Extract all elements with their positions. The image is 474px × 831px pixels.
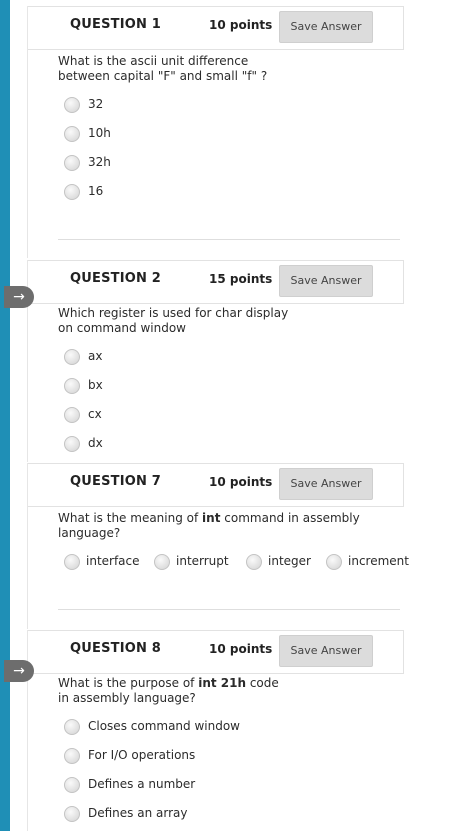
- radio-button[interactable]: [64, 184, 80, 200]
- option-label: cx: [88, 407, 102, 421]
- option-label: Defines a number: [88, 777, 196, 791]
- question-text-part: command in assembly: [220, 511, 360, 525]
- save-answer-button[interactable]: Save Answer: [279, 265, 373, 297]
- question-text-line: What is the ascii unit difference: [58, 54, 249, 68]
- question-header: QUESTION 8 10 points Save Answer: [28, 630, 404, 674]
- save-answer-button[interactable]: Save Answer: [279, 635, 373, 667]
- question-text: Which register is used for char display …: [58, 306, 288, 336]
- question-text-keyword: int 21h: [198, 676, 247, 690]
- option-label: 10h: [88, 126, 111, 140]
- question-block-7: QUESTION 7 10 points Save Answer What is…: [27, 463, 409, 629]
- option-label: ax: [88, 349, 103, 363]
- option-label: interface: [86, 554, 140, 568]
- question-text: What is the purpose of int 21h code in a…: [58, 676, 279, 706]
- radio-button[interactable]: [64, 407, 80, 423]
- question-title: QUESTION 7: [70, 474, 162, 489]
- radio-button[interactable]: [64, 97, 80, 113]
- quiz-page: QUESTION 1 10 points Save Answer What is…: [0, 0, 474, 831]
- question-text-line: language?: [58, 526, 121, 540]
- option-label: 32: [88, 97, 104, 111]
- radio-button[interactable]: [64, 806, 80, 822]
- left-accent-bar: [0, 0, 10, 831]
- radio-button[interactable]: [64, 349, 80, 365]
- question-text-line: Which register is used for char display: [58, 306, 289, 320]
- divider: [58, 609, 400, 610]
- divider: [58, 239, 400, 240]
- current-question-arrow-icon[interactable]: →: [4, 660, 34, 682]
- radio-button[interactable]: [64, 155, 80, 171]
- question-title: QUESTION 2: [70, 271, 162, 286]
- option-label: Defines an array: [88, 806, 188, 820]
- question-header: QUESTION 1 10 points Save Answer: [28, 6, 404, 50]
- question-block-8: QUESTION 8 10 points Save Answer What is…: [27, 630, 404, 831]
- question-text-line: on command window: [58, 321, 186, 335]
- question-block-1: QUESTION 1 10 points Save Answer What is…: [27, 6, 404, 258]
- question-text: What is the meaning of int command in as…: [58, 511, 360, 541]
- option-label: bx: [88, 378, 103, 392]
- radio-button[interactable]: [64, 126, 80, 142]
- radio-button[interactable]: [64, 748, 80, 764]
- question-text: What is the ascii unit difference betwee…: [58, 54, 267, 84]
- option-label: For I/O operations: [88, 748, 196, 762]
- option-label: integer: [268, 554, 311, 568]
- save-answer-button[interactable]: Save Answer: [279, 11, 373, 43]
- question-text-part: What is the purpose of: [58, 676, 199, 690]
- question-points: 10 points: [209, 642, 273, 656]
- question-text-keyword: int: [202, 511, 221, 525]
- question-header: QUESTION 7 10 points Save Answer: [28, 463, 404, 507]
- question-text-line: What is the purpose of int 21h code: [58, 676, 279, 691]
- radio-button[interactable]: [246, 554, 262, 570]
- radio-button[interactable]: [64, 378, 80, 394]
- question-block-2: QUESTION 2 15 points Save Answer Which r…: [27, 260, 404, 462]
- option-label: Closes command window: [88, 719, 240, 733]
- question-header: QUESTION 2 15 points Save Answer: [28, 260, 404, 304]
- option-label: 32h: [88, 155, 111, 169]
- option-label: interrupt: [176, 554, 229, 568]
- question-points: 10 points: [209, 18, 273, 32]
- radio-button[interactable]: [64, 719, 80, 735]
- question-text-part: What is the meaning of: [58, 511, 203, 525]
- save-answer-button[interactable]: Save Answer: [279, 468, 373, 500]
- radio-button[interactable]: [154, 554, 170, 570]
- question-text-line: What is the meaning of int command in as…: [58, 511, 360, 526]
- question-title: QUESTION 1: [70, 17, 162, 32]
- radio-button[interactable]: [64, 436, 80, 452]
- question-title: QUESTION 8: [70, 641, 162, 656]
- question-points: 10 points: [209, 475, 273, 489]
- option-label: dx: [88, 436, 103, 450]
- current-question-arrow-icon[interactable]: →: [4, 286, 34, 308]
- option-label: 16: [88, 184, 104, 198]
- radio-button[interactable]: [326, 554, 342, 570]
- question-text-part: code: [246, 676, 279, 690]
- option-label: increment: [348, 554, 409, 568]
- radio-button[interactable]: [64, 777, 80, 793]
- question-text-line: between capital "F" and small "f" ?: [58, 69, 268, 83]
- question-text-line: in assembly language?: [58, 691, 196, 705]
- radio-button[interactable]: [64, 554, 80, 570]
- question-points: 15 points: [209, 272, 273, 286]
